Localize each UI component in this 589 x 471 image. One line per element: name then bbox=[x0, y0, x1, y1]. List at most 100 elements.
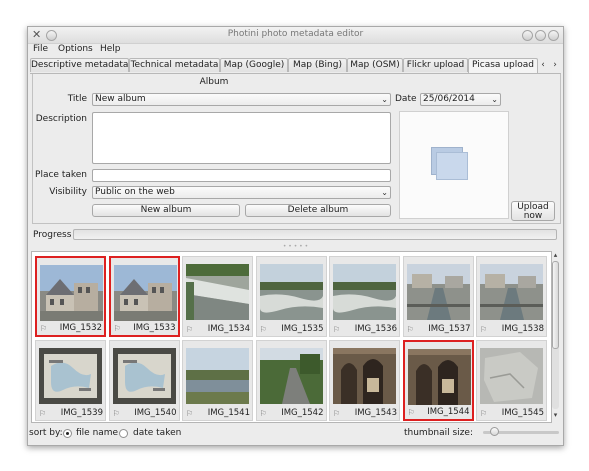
thumbnail-cell[interactable]: ⚐ IMG_1545 bbox=[476, 340, 547, 421]
thumbnail-scrollbar[interactable]: ▴ ▾ bbox=[551, 251, 560, 421]
photo-thumbnail bbox=[406, 264, 470, 320]
picasa-upload-panel: Album Title New album ⌄ Date 25/06/2014 … bbox=[32, 74, 561, 224]
thumbnail-filename: IMG_1543 bbox=[354, 408, 397, 418]
photo-thumbnail bbox=[480, 348, 543, 404]
description-label: Description bbox=[35, 114, 87, 124]
title-label: Title bbox=[67, 94, 87, 104]
date-value: 25/06/2014 bbox=[423, 94, 475, 104]
thumbnail-cell[interactable]: ⚐ IMG_1544 bbox=[402, 340, 474, 421]
thumbnail-cell[interactable]: ⚐ IMG_1542 bbox=[255, 340, 327, 421]
photo-thumbnail bbox=[333, 264, 396, 320]
window-title: Photini photo metadata editor bbox=[227, 29, 364, 39]
thumbnail-size-slider-knob[interactable] bbox=[490, 427, 500, 436]
progress-label: Progress bbox=[33, 230, 72, 240]
place-taken-label: Place taken bbox=[35, 170, 87, 180]
thumbnail-filename: IMG_1532 bbox=[59, 323, 102, 333]
date-combo[interactable]: 25/06/2014 ⌄ bbox=[420, 93, 501, 106]
bottom-bar: sort by: file name date taken thumbnail … bbox=[28, 426, 563, 441]
thumbnail-filename: IMG_1535 bbox=[281, 324, 324, 334]
photo-thumbnail bbox=[40, 265, 103, 321]
sort-file-name-label[interactable]: file name bbox=[76, 428, 118, 438]
flag-icon: ⚐ bbox=[333, 409, 341, 418]
thumbnail-filename: IMG_1538 bbox=[501, 324, 544, 334]
thumbnail-cell[interactable]: ⚐ IMG_1534 bbox=[182, 256, 253, 337]
flag-icon: ⚐ bbox=[186, 325, 194, 334]
chevron-down-icon: ⌄ bbox=[491, 95, 498, 104]
title-combo[interactable]: New album ⌄ bbox=[92, 93, 391, 106]
tab-map-osm[interactable]: Map (OSM) bbox=[347, 58, 403, 72]
thumbnail-grid: ⚐ IMG_1532 ⚐ IMG_1533 ⚐ IMG_1534 ⚐ IMG_1535 ⚐ IMG… bbox=[31, 251, 552, 423]
scroll-up-icon[interactable]: ▴ bbox=[551, 251, 560, 260]
sort-date-taken-radio[interactable] bbox=[119, 429, 128, 438]
photo-thumbnail bbox=[407, 349, 471, 405]
thumbnail-filename: IMG_1542 bbox=[281, 408, 324, 418]
splitter-handle[interactable]: • • • • • bbox=[30, 244, 561, 250]
thumbnail-filename: IMG_1536 bbox=[354, 324, 397, 334]
tab-descriptive-metadata[interactable]: Descriptive metadata bbox=[30, 58, 129, 72]
photo-thumbnail bbox=[39, 348, 102, 404]
title-value: New album bbox=[95, 94, 146, 104]
thumbnail-cell[interactable]: ⚐ IMG_1533 bbox=[108, 256, 180, 337]
menu-file[interactable]: File bbox=[33, 44, 48, 54]
menu-help[interactable]: Help bbox=[100, 44, 121, 54]
flag-icon: ⚐ bbox=[407, 408, 415, 417]
flag-icon: ⚐ bbox=[480, 325, 488, 334]
flag-icon: ⚐ bbox=[39, 409, 47, 418]
date-label: Date bbox=[395, 94, 417, 104]
tab-map-bing[interactable]: Map (Bing) bbox=[288, 58, 347, 72]
thumbnail-cell[interactable]: ⚐ IMG_1543 bbox=[329, 340, 400, 421]
tab-scroll-left-icon[interactable]: ‹ bbox=[538, 59, 548, 71]
flag-icon: ⚐ bbox=[259, 409, 267, 418]
flag-icon: ⚐ bbox=[113, 324, 121, 333]
thumbnail-filename: IMG_1534 bbox=[207, 324, 250, 334]
visibility-value: Public on the web bbox=[95, 187, 175, 197]
visibility-combo[interactable]: Public on the web ⌄ bbox=[92, 186, 391, 199]
photo-thumbnail bbox=[186, 348, 249, 404]
description-field[interactable] bbox=[92, 112, 391, 164]
delete-album-button[interactable]: Delete album bbox=[245, 204, 391, 217]
sort-date-taken-label[interactable]: date taken bbox=[133, 428, 181, 438]
app-window: ✕ Photini photo metadata editor File Opt… bbox=[27, 26, 564, 446]
flag-icon: ⚐ bbox=[40, 324, 48, 333]
thumbnail-cell[interactable]: ⚐ IMG_1539 bbox=[35, 340, 106, 421]
sort-file-name-radio[interactable] bbox=[63, 429, 72, 438]
thumbnail-filename: IMG_1540 bbox=[134, 408, 177, 418]
scroll-thumb[interactable] bbox=[552, 261, 559, 349]
tab-map-google[interactable]: Map (Google) bbox=[220, 58, 288, 72]
flag-icon: ⚐ bbox=[480, 409, 488, 418]
photo-thumbnail bbox=[113, 265, 177, 321]
title-bar[interactable]: ✕ Photini photo metadata editor bbox=[28, 27, 563, 44]
thumbnail-cell[interactable]: ⚐ IMG_1538 bbox=[476, 256, 547, 337]
thumbnail-filename: IMG_1533 bbox=[133, 323, 176, 333]
scroll-down-icon[interactable]: ▾ bbox=[551, 411, 560, 420]
upload-now-button[interactable]: Upload now bbox=[511, 201, 555, 221]
thumbnail-filename: IMG_1544 bbox=[427, 407, 470, 417]
image-placeholder-icon bbox=[436, 152, 468, 180]
photo-thumbnail bbox=[259, 348, 323, 404]
tab-technical-metadata[interactable]: Technical metadata bbox=[129, 58, 220, 72]
thumbnail-cell[interactable]: ⚐ IMG_1541 bbox=[182, 340, 253, 421]
tab-scroll-right-icon[interactable]: › bbox=[550, 59, 560, 71]
place-taken-field[interactable] bbox=[92, 169, 391, 182]
chevron-down-icon: ⌄ bbox=[381, 95, 388, 104]
photo-thumbnail bbox=[186, 264, 249, 320]
chevron-down-icon: ⌄ bbox=[381, 188, 388, 197]
thumbnail-cell[interactable]: ⚐ IMG_1540 bbox=[108, 340, 180, 421]
flag-icon: ⚐ bbox=[333, 325, 341, 334]
menu-options[interactable]: Options bbox=[58, 44, 93, 54]
maximize-button[interactable] bbox=[535, 30, 546, 41]
thumbnail-cell[interactable]: ⚐ IMG_1537 bbox=[402, 256, 474, 337]
close-button[interactable] bbox=[548, 30, 559, 41]
thumbnail-cell[interactable]: ⚐ IMG_1535 bbox=[255, 256, 327, 337]
flag-icon: ⚐ bbox=[406, 325, 414, 334]
flag-icon: ⚐ bbox=[112, 409, 120, 418]
flag-icon: ⚐ bbox=[259, 325, 267, 334]
sort-by-label: sort by: bbox=[29, 428, 63, 438]
tab-bar: Descriptive metadata Technical metadata … bbox=[30, 58, 561, 74]
tab-picasa-upload[interactable]: Picasa upload bbox=[468, 58, 538, 73]
minimize-button[interactable] bbox=[522, 30, 533, 41]
tab-flickr-upload[interactable]: Flickr upload bbox=[403, 58, 468, 72]
thumbnail-cell[interactable]: ⚐ IMG_1536 bbox=[329, 256, 400, 337]
thumbnail-cell[interactable]: ⚐ IMG_1532 bbox=[35, 256, 106, 337]
new-album-button[interactable]: New album bbox=[92, 204, 240, 217]
